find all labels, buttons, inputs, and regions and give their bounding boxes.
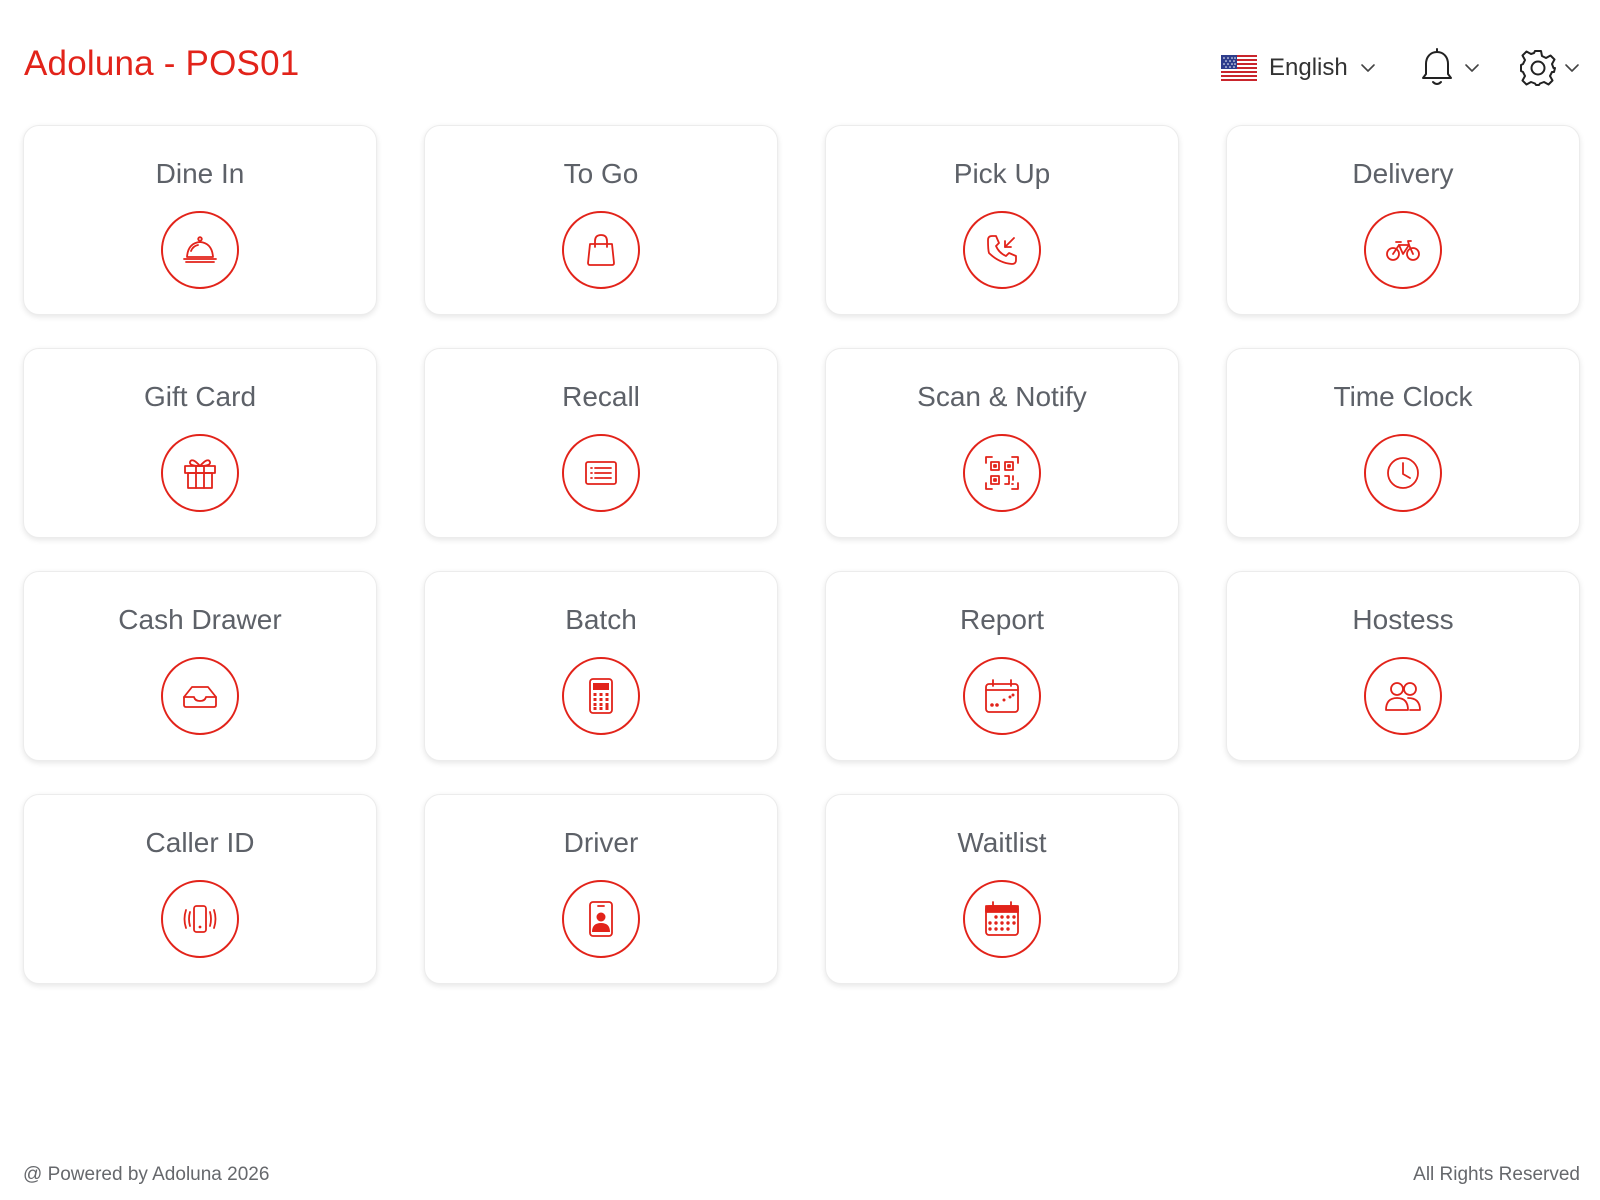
- list-receipt-icon: [585, 461, 617, 485]
- tile-report[interactable]: Report: [825, 571, 1179, 761]
- tile-label: Caller ID: [145, 827, 255, 858]
- shopping-bag-icon: [587, 234, 615, 266]
- tile-label: Delivery: [1352, 158, 1454, 189]
- cloche-icon: [183, 236, 217, 263]
- tile-recall[interactable]: Recall: [424, 348, 778, 538]
- tile-delivery[interactable]: Delivery: [1226, 125, 1580, 315]
- tile-label: Driver: [563, 827, 639, 858]
- vibrating-phone-icon: [183, 905, 217, 933]
- calendar-grid-icon: [985, 901, 1019, 936]
- qr-code-icon: [985, 456, 1019, 490]
- tile-label: Recall: [562, 381, 640, 412]
- tile-label: Time Clock: [1333, 381, 1473, 412]
- tile-label: Gift Card: [143, 381, 257, 412]
- tray-icon: [183, 686, 217, 708]
- gift-icon: [184, 459, 216, 489]
- tile-waitlist[interactable]: Waitlist: [825, 794, 1179, 984]
- icon-circle: [562, 211, 640, 289]
- icon-circle: [963, 880, 1041, 958]
- icon-circle: [562, 657, 640, 735]
- tile-pick-up[interactable]: Pick Up: [825, 125, 1179, 315]
- tile-label: Hostess: [1352, 604, 1454, 635]
- app-title: Adoluna - POS01: [24, 44, 300, 83]
- icon-circle: [161, 434, 239, 512]
- footer-rights: All Rights Reserved: [1413, 1164, 1580, 1185]
- icon-circle: [161, 880, 239, 958]
- tile-scan-notify[interactable]: Scan & Notify: [825, 348, 1179, 538]
- tile-label: Dine In: [155, 158, 245, 189]
- tile-label: Batch: [565, 604, 637, 635]
- tile-gift-card[interactable]: Gift Card: [23, 348, 377, 538]
- tile-label: To Go: [563, 158, 639, 189]
- bell-icon: [1422, 48, 1452, 85]
- notifications-button[interactable]: [1420, 46, 1480, 90]
- tile-caller-id[interactable]: Caller ID: [23, 794, 377, 984]
- icon-circle: [161, 211, 239, 289]
- gear-icon: [1520, 50, 1556, 86]
- icon-circle: [1364, 211, 1442, 289]
- chevron-down-icon: [1565, 64, 1579, 72]
- id-badge-icon: [589, 901, 613, 937]
- tile-driver[interactable]: Driver: [424, 794, 778, 984]
- tile-label: Waitlist: [957, 827, 1047, 858]
- bicycle-icon: [1386, 240, 1420, 261]
- header-bar: Adoluna - POS01 English: [0, 0, 1600, 125]
- icon-circle: [963, 434, 1041, 512]
- tile-label: Pick Up: [953, 158, 1051, 189]
- language-selector[interactable]: English: [1221, 48, 1376, 88]
- icon-circle: [1364, 657, 1442, 735]
- incoming-call-icon: [987, 235, 1017, 265]
- settings-button[interactable]: [1518, 46, 1580, 90]
- icon-circle: [963, 657, 1041, 735]
- calendar-report-icon: [985, 679, 1019, 713]
- tile-cash-drawer[interactable]: Cash Drawer: [23, 571, 377, 761]
- tile-time-clock[interactable]: Time Clock: [1226, 348, 1580, 538]
- tile-batch[interactable]: Batch: [424, 571, 778, 761]
- icon-circle: [562, 880, 640, 958]
- people-icon: [1385, 682, 1421, 711]
- calculator-icon: [589, 678, 613, 714]
- tile-hostess[interactable]: Hostess: [1226, 571, 1580, 761]
- icon-circle: [963, 211, 1041, 289]
- icon-circle: [161, 657, 239, 735]
- chevron-down-icon: [1360, 64, 1375, 72]
- us-flag-icon: [1221, 55, 1257, 81]
- clock-icon: [1387, 457, 1419, 489]
- tile-label: Cash Drawer: [118, 604, 282, 635]
- tile-to-go[interactable]: To Go: [424, 125, 778, 315]
- chevron-down-icon: [1465, 64, 1479, 72]
- pos-home-screen: Adoluna - POS01 English Dine In To Go Pi…: [0, 0, 1600, 1200]
- footer-powered-by: @ Powered by Adoluna 2026: [23, 1164, 270, 1185]
- function-grid: Dine In To Go Pick Up Delivery Gift Card…: [23, 125, 1580, 984]
- language-label: English: [1269, 54, 1348, 81]
- tile-dine-in[interactable]: Dine In: [23, 125, 377, 315]
- tile-label: Report: [959, 604, 1045, 635]
- icon-circle: [1364, 434, 1442, 512]
- icon-circle: [562, 434, 640, 512]
- tile-label: Scan & Notify: [917, 381, 1087, 412]
